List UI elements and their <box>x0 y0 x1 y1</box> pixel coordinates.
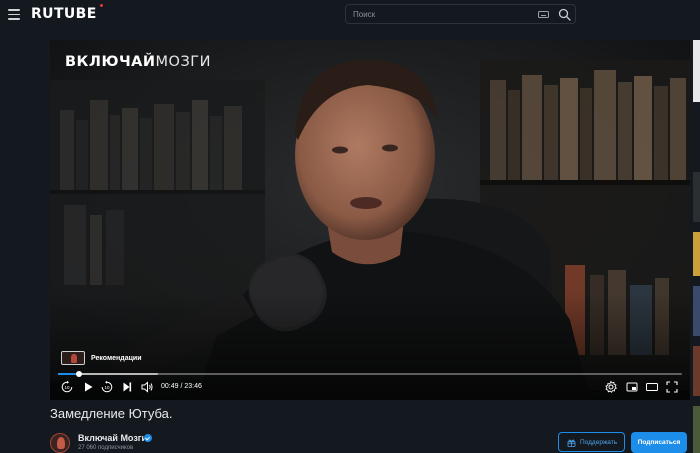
search-box <box>345 4 576 24</box>
watermark-bold-text: ВКЛЮЧАЙ <box>65 54 156 70</box>
keyboard-icon[interactable] <box>538 11 549 18</box>
support-button[interactable]: Поддержать <box>558 432 625 452</box>
related-thumb-gap <box>693 102 700 170</box>
menu-icon[interactable] <box>8 9 20 20</box>
subscribe-button[interactable]: Подписаться <box>631 432 687 453</box>
time-display: 00:49 / 23:46 <box>161 383 202 390</box>
channel-name[interactable]: Включай Мозги <box>78 433 147 443</box>
forward-10-icon[interactable]: 10 <box>100 380 114 394</box>
play-icon[interactable] <box>81 380 95 394</box>
progress-bar[interactable] <box>58 371 682 377</box>
video-title: Замедление Ютуба. <box>50 406 173 421</box>
player-controls: 10 10 00:49 / 23:46 <box>58 380 682 394</box>
video-frame <box>50 40 690 400</box>
recommendations-label: Рекомендации <box>91 354 142 362</box>
related-thumb-2[interactable] <box>693 172 700 222</box>
rewind-10-label: 10 <box>64 385 70 390</box>
logo-accent-dot <box>100 4 103 7</box>
related-thumb-6[interactable] <box>693 406 700 453</box>
forward-10-label: 10 <box>104 385 110 390</box>
fullscreen-icon[interactable] <box>665 380 679 394</box>
related-thumb-3[interactable] <box>693 232 700 276</box>
related-thumb-5[interactable] <box>693 346 700 396</box>
channel-watermark: ВКЛЮЧАЙМОЗГИ <box>65 54 211 70</box>
recommendations-button[interactable]: Рекомендации <box>61 351 142 365</box>
verified-badge-icon <box>144 434 152 442</box>
subscriber-count: 27 060 подписчиков <box>78 445 134 451</box>
miniplayer-icon[interactable] <box>625 380 639 394</box>
search-input[interactable] <box>353 7 533 22</box>
next-video-icon[interactable] <box>120 380 134 394</box>
rewind-10-icon[interactable]: 10 <box>60 380 74 394</box>
time-current: 00:49 <box>161 383 179 390</box>
search-icon[interactable] <box>558 8 571 21</box>
recommendation-thumbnail <box>61 351 85 365</box>
gift-icon <box>567 439 576 447</box>
top-header: RUTUBE <box>0 0 700 30</box>
related-thumb-4[interactable] <box>693 286 700 336</box>
time-total: 23:46 <box>184 383 202 390</box>
rutube-logo[interactable]: RUTUBE <box>31 6 97 22</box>
theater-mode-icon[interactable] <box>645 380 659 394</box>
watermark-light-text: МОЗГИ <box>155 54 211 70</box>
channel-avatar[interactable] <box>50 433 70 453</box>
support-label: Поддержать <box>580 439 618 446</box>
video-player[interactable]: ВКЛЮЧАЙМОЗГИ Рекомендации 10 10 00:49 / … <box>50 40 690 400</box>
volume-icon[interactable] <box>140 380 154 394</box>
related-thumb-1[interactable] <box>693 40 700 102</box>
settings-icon[interactable] <box>604 380 618 394</box>
